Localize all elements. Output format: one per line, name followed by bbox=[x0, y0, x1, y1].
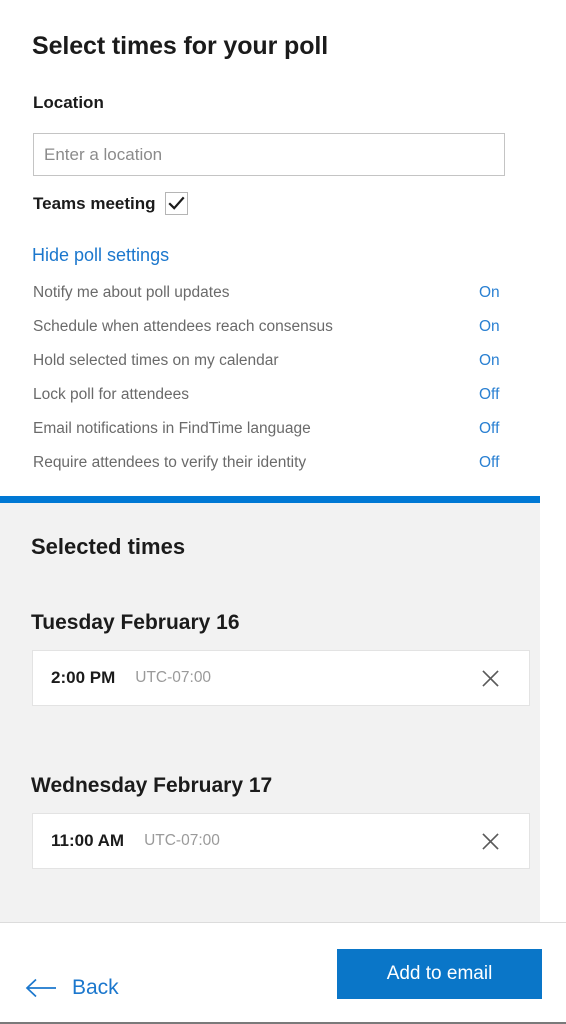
arrow-left-icon bbox=[24, 977, 58, 999]
location-label: Location bbox=[33, 93, 104, 112]
setting-row-require-attendees-to-verify-their-identity[interactable]: Require attendees to verify their identi… bbox=[0, 451, 566, 485]
setting-value[interactable]: Off bbox=[479, 383, 499, 407]
setting-row-notify-me-about-poll-updates[interactable]: Notify me about poll updates On bbox=[0, 281, 566, 315]
page-title: Select times for your poll bbox=[32, 32, 329, 60]
location-input[interactable] bbox=[33, 133, 505, 176]
setting-label: Email notifications in FindTime language bbox=[33, 420, 311, 437]
toggle-poll-settings-link[interactable]: Hide poll settings bbox=[32, 245, 169, 266]
close-icon bbox=[480, 831, 501, 852]
close-icon bbox=[480, 668, 501, 689]
day-heading: Tuesday February 16 bbox=[31, 611, 240, 634]
setting-row-hold-selected-times-on-my-calendar[interactable]: Hold selected times on my calendar On bbox=[0, 349, 566, 383]
setting-row-schedule-when-attendees-reach-consensus[interactable]: Schedule when attendees reach consensus … bbox=[0, 315, 566, 349]
setting-row-email-notifications-in-findtime-language[interactable]: Email notifications in FindTime language… bbox=[0, 417, 566, 451]
remove-time-slot-button[interactable] bbox=[478, 829, 502, 853]
setting-label: Hold selected times on my calendar bbox=[33, 352, 279, 369]
setting-label: Require attendees to verify their identi… bbox=[33, 454, 307, 471]
back-label: Back bbox=[72, 976, 119, 999]
day-heading: Wednesday February 17 bbox=[31, 774, 273, 797]
setting-value[interactable]: On bbox=[479, 281, 500, 305]
time-slot-timezone: UTC-07:00 bbox=[144, 832, 220, 849]
findtime-poll-panel: Select times for your poll Location Team… bbox=[0, 0, 566, 1024]
selected-times-title: Selected times bbox=[31, 534, 186, 559]
time-slot-time: 2:00 PM bbox=[51, 668, 116, 687]
poll-settings-list: Notify me about poll updates On Schedule… bbox=[0, 281, 566, 485]
setting-value[interactable]: On bbox=[479, 349, 500, 373]
setting-value[interactable]: On bbox=[479, 315, 500, 339]
poll-options-section: Select times for your poll Location Team… bbox=[0, 0, 566, 496]
back-button[interactable]: Back bbox=[24, 976, 119, 1000]
time-slot-time: 11:00 AM bbox=[51, 831, 125, 850]
selected-times-panel: Selected times Tuesday February 16 2:00 … bbox=[0, 496, 540, 922]
setting-value[interactable]: Off bbox=[479, 417, 499, 441]
time-slot-timezone: UTC-07:00 bbox=[135, 669, 212, 686]
time-slot-card[interactable]: 2:00 PM UTC-07:00 bbox=[32, 650, 530, 706]
setting-label: Notify me about poll updates bbox=[33, 284, 230, 301]
teams-meeting-label: Teams meeting bbox=[33, 193, 156, 213]
remove-time-slot-button[interactable] bbox=[478, 666, 502, 690]
checkmark-icon bbox=[166, 193, 187, 214]
time-slot-card[interactable]: 11:00 AM UTC-07:00 bbox=[32, 813, 530, 869]
setting-label: Lock poll for attendees bbox=[33, 386, 189, 403]
footer-actions: Back Add to email bbox=[0, 922, 566, 1022]
setting-value[interactable]: Off bbox=[479, 451, 499, 475]
add-to-email-button[interactable]: Add to email bbox=[337, 949, 542, 999]
setting-row-lock-poll-for-attendees[interactable]: Lock poll for attendees Off bbox=[0, 383, 566, 417]
setting-label: Schedule when attendees reach consensus bbox=[33, 318, 333, 335]
teams-meeting-row[interactable]: Teams meeting bbox=[33, 192, 188, 215]
teams-meeting-checkbox[interactable] bbox=[164, 192, 188, 215]
